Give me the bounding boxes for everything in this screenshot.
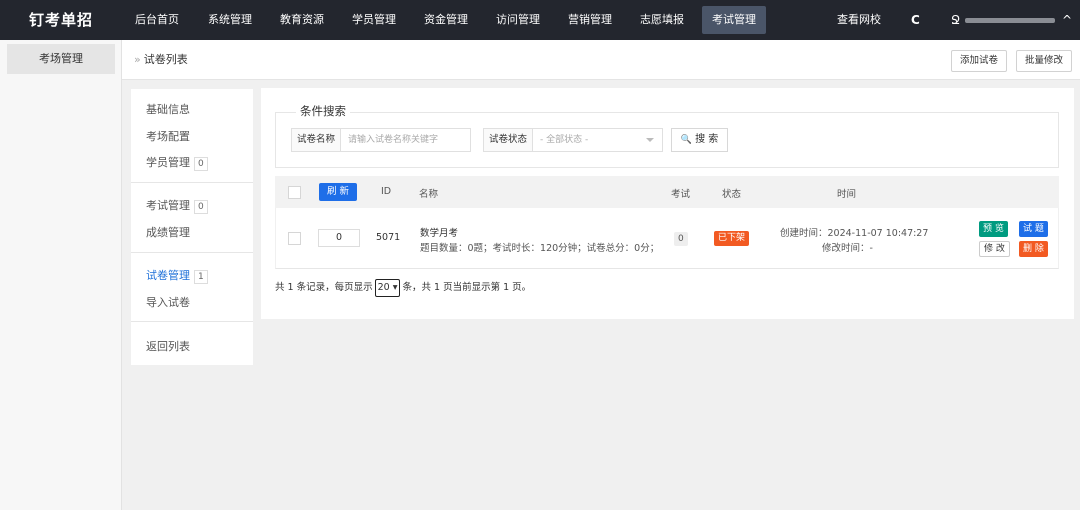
add-paper-button[interactable]: 添加试卷 [951, 50, 1008, 72]
submenu-exam-mgmt[interactable]: 考试管理 0 [146, 197, 208, 214]
exam-submenu: 基础信息 考场配置 学员管理 0 考试管理 0 成绩管理 试卷管理 1 导入试卷 返回… [131, 89, 253, 365]
exam-count-badge: 0 [194, 200, 208, 214]
submenu-divider [131, 321, 253, 322]
page-size-select[interactable]: 20 ▾ [374, 279, 401, 297]
submenu-student-mgmt[interactable]: 学员管理 0 [146, 154, 208, 171]
paper-name-field: 试卷名称 请输入试卷名称关键字 [291, 128, 471, 152]
select-all-checkbox[interactable] [288, 186, 301, 199]
paper-name-label: 试卷名称 [292, 129, 342, 151]
nav-item-system[interactable]: 系统管理 [207, 6, 253, 34]
submenu-exam-label: 考试管理 [146, 199, 190, 212]
paper-status-select[interactable]: - 全部状态 - [540, 129, 662, 151]
paper-name-input[interactable]: 请输入试卷名称关键字 [348, 129, 438, 151]
table-header: 刷 新 ID 名称 考试 状态 时间 [275, 176, 1059, 208]
paper-status-value: - 全部状态 - [540, 135, 589, 145]
sort-order-input[interactable]: 0 [318, 229, 360, 247]
modified-time: 修改时间：- [822, 243, 873, 254]
pager-suffix: 条，共 1 页当前显示第 1 页。 [402, 282, 532, 293]
top-nav-bar: 钉考单招 后台首页 系统管理 教育资源 学员管理 资金管理 访问管理 营销管理 … [0, 0, 1080, 40]
created-time: 创建时间：2024-11-07 10:47:27 [780, 228, 929, 239]
page-size-value: 20 [377, 282, 390, 293]
paper-detail: 题目数量：0题；考试时长：120分钟；试卷总分：0分； [420, 243, 660, 254]
breadcrumb: » 试卷列表 [134, 40, 188, 80]
view-site-link[interactable]: 查看网校 [835, 6, 883, 34]
sidebar-item-exam-room[interactable]: 考场管理 [7, 44, 115, 74]
submenu-divider [131, 252, 253, 253]
submenu-paper-label: 试卷管理 [146, 269, 190, 282]
paper-id: 5071 [376, 232, 401, 243]
nav-item-home[interactable]: 后台首页 [135, 6, 179, 34]
search-button-label: 搜 索 [695, 134, 719, 145]
column-header-status: 状态 [722, 189, 742, 200]
nav-item-finance[interactable]: 资金管理 [423, 6, 469, 34]
chevron-down-icon [646, 138, 654, 142]
chevron-up-icon[interactable]: ^ [1062, 0, 1072, 40]
student-count-badge: 0 [194, 157, 208, 171]
page-header: » 试卷列表 添加试卷 批量修改 [122, 40, 1080, 80]
submenu-score-mgmt[interactable]: 成绩管理 [146, 224, 190, 240]
pagination-info: 共 1 条记录，每页显示 20 ▾ 条，共 1 页当前显示第 1 页。 [275, 279, 531, 297]
edit-button[interactable]: 修 改 [979, 241, 1010, 257]
submenu-paper-mgmt[interactable]: 试卷管理 1 [146, 267, 208, 284]
search-legend: 条件搜索 [296, 103, 350, 119]
status-badge: 已下架 [714, 231, 750, 246]
paper-list-panel: 条件搜索 试卷名称 请输入试卷名称关键字 试卷状态 - 全部状态 - 🔍 搜 索… [261, 88, 1074, 319]
row-checkbox[interactable] [288, 232, 301, 245]
search-icon: 🔍 [680, 135, 692, 145]
preview-button[interactable]: 预 览 [979, 221, 1008, 237]
submenu-back-list[interactable]: 返回列表 [146, 338, 190, 354]
questions-button[interactable]: 试 题 [1019, 221, 1048, 237]
nav-item-volunteer[interactable]: 志愿填报 [639, 6, 685, 34]
column-header-name: 名称 [419, 189, 439, 200]
nav-item-access[interactable]: 访问管理 [495, 6, 541, 34]
delete-button[interactable]: 删 除 [1019, 241, 1048, 257]
username-masked[interactable] [965, 18, 1055, 23]
nav-item-exam[interactable]: 考试管理 [702, 6, 766, 34]
submenu-student-label: 学员管理 [146, 156, 190, 169]
submenu-room-config[interactable]: 考场配置 [146, 128, 190, 144]
submenu-import-paper[interactable]: 导入试卷 [146, 294, 190, 310]
paper-count-badge: 1 [194, 270, 208, 284]
nav-item-marketing[interactable]: 营销管理 [567, 6, 613, 34]
search-button[interactable]: 🔍 搜 索 [671, 128, 728, 152]
submenu-divider [131, 182, 253, 183]
column-header-id: ID [381, 186, 392, 197]
module-sidebar: 考场管理 [0, 40, 122, 510]
user-icon: Ջ [951, 13, 961, 27]
brand-logo[interactable]: 钉考单招 [0, 0, 122, 40]
column-header-time: 时间 [837, 189, 857, 200]
paper-status-field: 试卷状态 - 全部状态 - [483, 128, 663, 152]
submenu-basic-info[interactable]: 基础信息 [146, 101, 190, 117]
batch-edit-button[interactable]: 批量修改 [1016, 50, 1073, 72]
table-row: 0 5071 数学月考 题目数量：0题；考试时长：120分钟；试卷总分：0分； … [275, 208, 1059, 269]
pager-prefix: 共 1 条记录，每页显示 [275, 282, 373, 293]
nav-item-education[interactable]: 教育资源 [279, 6, 325, 34]
breadcrumb-current: 试卷列表 [143, 53, 188, 66]
refresh-button[interactable]: 刷 新 [319, 183, 358, 201]
nav-item-students[interactable]: 学员管理 [351, 6, 397, 34]
paper-status-label: 试卷状态 [484, 129, 534, 151]
refresh-icon[interactable]: C [911, 0, 920, 40]
paper-name: 数学月考 [420, 228, 459, 239]
exam-count-badge: 0 [674, 232, 688, 246]
breadcrumb-separator: » [134, 53, 141, 66]
column-header-exam: 考试 [671, 189, 691, 200]
